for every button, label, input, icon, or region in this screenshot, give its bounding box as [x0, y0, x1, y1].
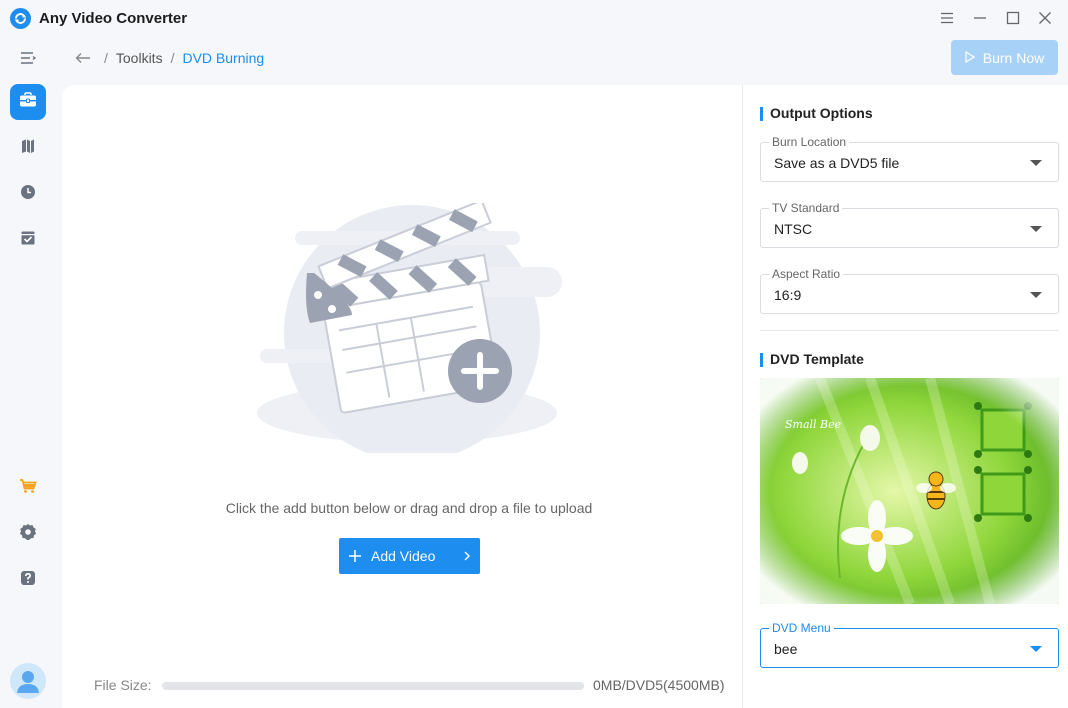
tv-standard-select[interactable]: TV Standard NTSC [760, 201, 1059, 248]
upload-panel[interactable]: Click the add button below or drag and d… [62, 85, 742, 708]
burn-location-value: Save as a DVD5 file [774, 155, 900, 171]
history-icon [20, 184, 36, 205]
caret-down-icon [1030, 292, 1042, 298]
task-check-icon [20, 230, 36, 251]
sidebar [0, 36, 56, 708]
dvd-template-preview[interactable]: Small Bee [760, 378, 1059, 604]
plus-icon [349, 550, 361, 562]
output-options-heading: Output Options [760, 105, 873, 121]
aspect-ratio-label: Aspect Ratio [769, 267, 844, 281]
burn-location-select[interactable]: Burn Location Save as a DVD5 file [760, 135, 1059, 182]
chevron-right-icon [464, 551, 470, 561]
file-size-bar [162, 682, 584, 690]
clapperboard-illustration [252, 199, 562, 461]
add-video-label: Add Video [371, 548, 436, 564]
sidebar-item-history[interactable] [10, 176, 46, 212]
aspect-ratio-value: 16:9 [774, 287, 802, 303]
minimize-icon[interactable] [967, 6, 993, 30]
file-size-value: 0MB/DVD5(4500MB) [593, 677, 725, 693]
app-title: Any Video Converter [39, 10, 188, 27]
tv-standard-label: TV Standard [769, 201, 843, 215]
dvd-template-heading: DVD Template [760, 351, 864, 367]
app-logo-icon [10, 8, 31, 29]
file-size-label: File Size: [94, 677, 152, 693]
output-options-panel: Output Options Burn Location Save as a D… [742, 85, 1068, 708]
menu-collapse-icon[interactable] [10, 40, 46, 76]
breadcrumb-dvd-burning: DVD Burning [182, 50, 265, 66]
breadcrumb-toolkits[interactable]: Toolkits [116, 50, 163, 66]
library-icon [20, 138, 36, 159]
back-arrow-icon[interactable] [70, 45, 96, 71]
settings-icon [19, 523, 37, 546]
sidebar-item-store[interactable] [10, 470, 46, 506]
burn-location-label: Burn Location [769, 135, 850, 149]
dvd-menu-label: DVD Menu [769, 621, 834, 635]
aspect-ratio-select[interactable]: Aspect Ratio 16:9 [760, 267, 1059, 314]
help-icon [20, 570, 36, 591]
sidebar-item-toolkits[interactable] [10, 84, 46, 120]
sidebar-item-settings[interactable] [10, 516, 46, 552]
dvd-menu-value: bee [774, 641, 798, 657]
close-icon[interactable] [1032, 6, 1058, 30]
breadcrumb: / Toolkits / DVD Burning [62, 40, 264, 76]
menu-icon[interactable] [934, 6, 960, 30]
cart-icon [19, 478, 37, 499]
add-video-button[interactable]: Add Video [339, 538, 480, 574]
sidebar-item-tasks[interactable] [10, 222, 46, 258]
divider [760, 330, 1059, 331]
tv-standard-value: NTSC [774, 221, 813, 237]
breadcrumb-separator: / [104, 50, 108, 66]
sidebar-item-help[interactable] [10, 562, 46, 598]
play-icon [965, 50, 975, 66]
upload-hint: Click the add button below or drag and d… [225, 500, 593, 516]
caret-down-icon [1030, 160, 1042, 166]
sidebar-item-library[interactable] [10, 130, 46, 166]
burn-now-label: Burn Now [982, 49, 1045, 66]
toolbox-icon [19, 91, 37, 113]
caret-down-icon [1030, 226, 1042, 232]
breadcrumb-separator: / [170, 50, 175, 66]
burn-now-button[interactable]: Burn Now [951, 40, 1058, 75]
dvd-menu-select[interactable]: DVD Menu bee [760, 621, 1059, 668]
avatar[interactable] [10, 663, 46, 699]
title-bar: Any Video Converter [0, 0, 1068, 36]
template-caption: Small Bee [785, 418, 842, 431]
caret-down-icon [1030, 646, 1042, 652]
maximize-icon[interactable] [1000, 6, 1026, 30]
